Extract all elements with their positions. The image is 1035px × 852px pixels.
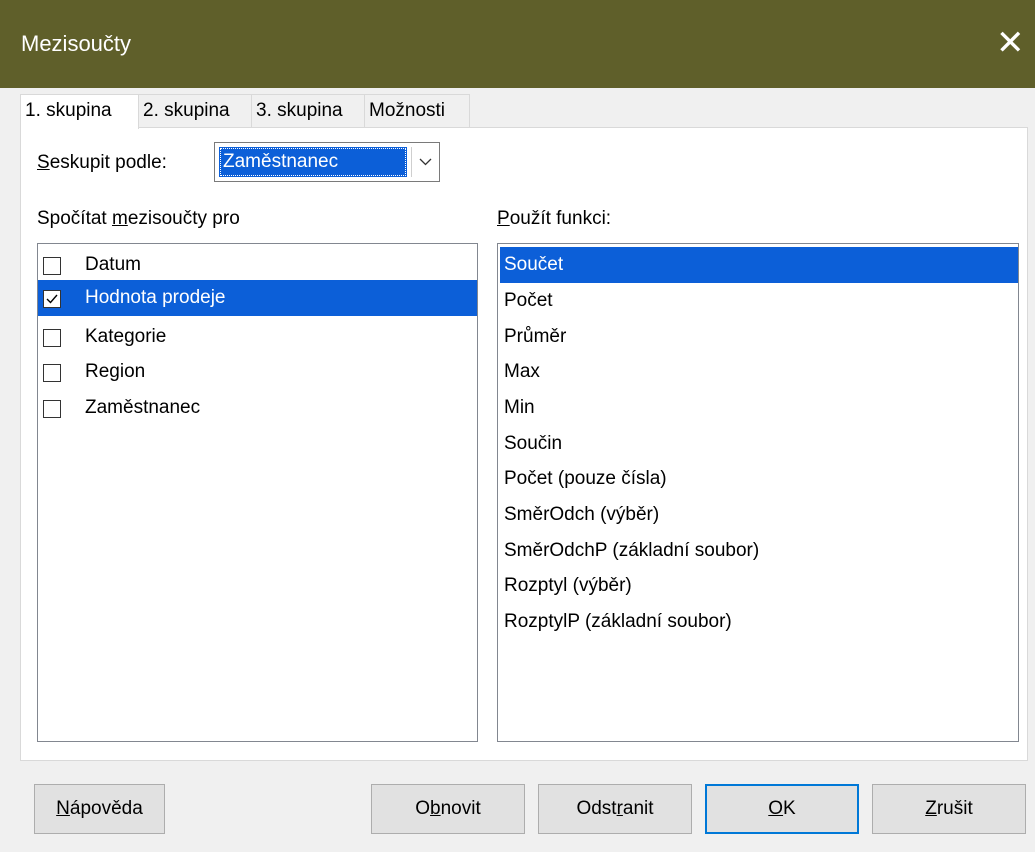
tab-label: Možnosti [369,100,446,121]
list-item-label: Datum [85,254,141,275]
functions-list[interactable]: Součet Počet Průměr Max Min Součin Počet… [497,243,1019,742]
tab-options[interactable]: Možnosti [364,94,470,127]
list-item-label: Region [85,361,146,382]
dropdown-button[interactable] [411,147,438,177]
list-item-label: Zaměstnanec [85,397,201,418]
group-by-value: Zaměstnanec [219,147,407,177]
check-icon [46,294,58,304]
list-item[interactable]: Rozptyl (výběr) [504,568,632,604]
tab-group-3[interactable]: 3. skupina [251,94,365,127]
cancel-button[interactable]: Zrušit [872,784,1026,834]
list-item[interactable]: Hodnota prodeje [38,280,477,316]
list-item[interactable]: SměrOdch (výběr) [504,497,659,533]
list-item[interactable]: RozptylP (základní soubor) [504,604,732,640]
checkbox[interactable] [43,257,61,275]
list-item[interactable]: Počet (pouze čísla) [504,461,667,497]
ok-button[interactable]: OK [705,784,859,834]
list-item-label: Hodnota prodeje [85,287,226,308]
list-item-label: Kategorie [85,326,167,347]
tab-label: 3. skupina [256,100,343,121]
list-item[interactable]: SměrOdchP (základní soubor) [504,533,759,569]
reset-button[interactable]: Obnovit [371,784,525,834]
checkbox[interactable] [43,290,61,308]
list-item[interactable]: Průměr [504,319,566,355]
list-item[interactable]: Součet [500,247,1018,283]
group-by-label: Seskupit podle: [37,152,167,173]
list-item[interactable]: Datum [38,247,477,283]
list-item[interactable]: Kategorie [38,319,477,355]
window-title: Mezisoučty [21,31,132,56]
chevron-down-icon [419,158,432,166]
list-item[interactable]: Počet [504,283,553,319]
checkbox[interactable] [43,329,61,347]
help-button[interactable]: Nápověda [34,784,165,834]
functions-label: Použít funkci: [497,208,612,229]
remove-button[interactable]: Odstranit [538,784,692,834]
close-icon[interactable]: ✕ [996,26,1035,66]
list-item[interactable]: Zaměstnanec [38,390,477,426]
tab-label: 2. skupina [143,100,230,121]
list-item[interactable]: Region [38,354,477,390]
subtotals-label: Spočítat mezisoučty pro [37,208,240,229]
list-item[interactable]: Max [504,354,540,390]
checkbox[interactable] [43,400,61,418]
title-bar: Mezisoučty ✕ [0,0,1035,88]
tab-group-1[interactable]: 1. skupina [20,94,139,129]
list-item[interactable]: Součin [504,426,562,462]
subtotal-columns-list[interactable]: Datum Hodnota prodeje Kategorie Region Z… [37,243,478,742]
tab-label: 1. skupina [25,100,112,121]
list-item[interactable]: Min [504,390,535,426]
subtotals-dialog: Mezisoučty ✕ 1. skupina 2. skupina 3. sk… [0,0,1035,852]
tab-group-2[interactable]: 2. skupina [138,94,252,127]
checkbox[interactable] [43,364,61,382]
group-by-dropdown[interactable]: Zaměstnanec [214,142,440,182]
